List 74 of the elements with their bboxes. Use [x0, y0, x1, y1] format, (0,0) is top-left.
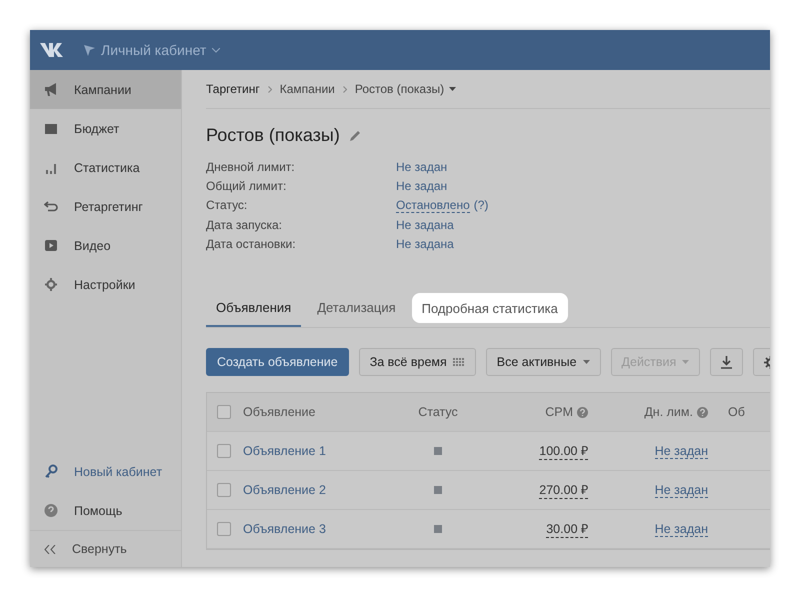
column-header: Дн. лим. [588, 405, 708, 419]
help-icon[interactable] [697, 406, 708, 418]
pencil-icon[interactable] [350, 130, 361, 141]
campaign-title: Ростов (показы) [206, 125, 340, 146]
help-link[interactable]: (?) [474, 198, 488, 213]
play-icon [44, 238, 58, 253]
megaphone-icon [44, 82, 58, 97]
field-label: Общий лимит: [206, 179, 288, 193]
pointer-icon [84, 44, 95, 56]
breadcrumb[interactable]: Таргетинг [206, 82, 260, 96]
settings-icon [44, 277, 58, 292]
limit-value[interactable]: Не задан [654, 482, 708, 498]
field-label: Статус: [206, 198, 248, 213]
caret-icon [682, 360, 690, 364]
ad-name-link[interactable]: Объявление 2 [243, 483, 398, 497]
field-value[interactable]: Не задана [396, 218, 454, 232]
field-value[interactable]: Остановлено [396, 198, 470, 213]
ad-name-link[interactable]: Объявление 3 [243, 522, 398, 536]
create-ad-button[interactable]: Создать объявление [206, 348, 349, 376]
tab[interactable]: Подробная статистика [412, 293, 568, 323]
download-icon [721, 356, 732, 368]
field-label: Дата запуска: [206, 218, 283, 232]
row-checkbox[interactable] [217, 483, 231, 497]
collapse-button[interactable]: Свернуть [30, 530, 181, 567]
help-icon[interactable] [577, 406, 588, 418]
key-icon [44, 464, 58, 479]
row-checkbox[interactable] [217, 522, 231, 536]
field-label: Дневной лимит: [206, 160, 296, 174]
sidebar-item[interactable]: Бюджет [30, 109, 181, 148]
period-button[interactable]: За всё время [358, 348, 476, 376]
field-label: Дата остановки: [206, 237, 297, 251]
tab[interactable]: Объявления [206, 289, 302, 327]
chevron-right-icon [268, 86, 272, 92]
account-menu[interactable]: Личный кабинет [84, 42, 220, 58]
caret-icon [582, 360, 590, 364]
status-indicator [434, 447, 442, 455]
wallet-icon [44, 121, 58, 136]
sidebar-item[interactable]: Видео [30, 226, 181, 265]
breadcrumb[interactable]: Ростов (показы) [354, 82, 456, 96]
calendar-grid-icon [452, 358, 465, 366]
help-icon [44, 503, 58, 518]
return-arrow-icon [44, 199, 58, 214]
tab[interactable]: Детализация [307, 289, 406, 327]
sidebar-item[interactable]: Статистика [30, 148, 181, 187]
sidebar-item[interactable]: Ретаргетинг [30, 187, 181, 226]
column-header: Об [727, 405, 746, 419]
column-header: CPM [478, 405, 588, 419]
cpm-value[interactable]: 100.00 ₽ [539, 442, 588, 460]
status-indicator [434, 525, 442, 533]
sidebar-link[interactable]: Новый кабинет [30, 452, 181, 491]
field-value[interactable]: Не задан [396, 160, 448, 174]
chevron-right-icon [342, 86, 347, 92]
sidebar-item[interactable]: Кампании [30, 70, 181, 109]
limit-value[interactable]: Не задан [654, 444, 708, 458]
sidebar-item[interactable]: Настройки [30, 265, 181, 304]
caret-icon [449, 87, 456, 91]
select-all-checkbox[interactable] [217, 405, 231, 419]
row-checkbox[interactable] [217, 444, 231, 458]
ad-name-link[interactable]: Объявление 1 [243, 444, 398, 458]
cpm-value[interactable]: 270.00 ₽ [539, 481, 588, 499]
breadcrumb[interactable]: Кампании [280, 82, 335, 96]
sidebar-item[interactable]: Помощь [30, 491, 181, 530]
field-value[interactable]: Не задана [396, 237, 454, 251]
cpm-value[interactable]: 30.00 ₽ [546, 520, 588, 538]
chevron-down-icon [212, 48, 220, 52]
filter-dropdown[interactable]: Все активные [486, 348, 601, 376]
status-indicator [434, 486, 442, 494]
logo-icon [40, 42, 66, 58]
column-header: Объявление [243, 405, 316, 419]
download-button[interactable] [710, 348, 744, 376]
double-chevron-left-icon [44, 544, 56, 554]
column-header: Статус [417, 405, 459, 419]
field-value[interactable]: Не задан [396, 179, 448, 193]
limit-value[interactable]: Не задан [654, 522, 708, 536]
